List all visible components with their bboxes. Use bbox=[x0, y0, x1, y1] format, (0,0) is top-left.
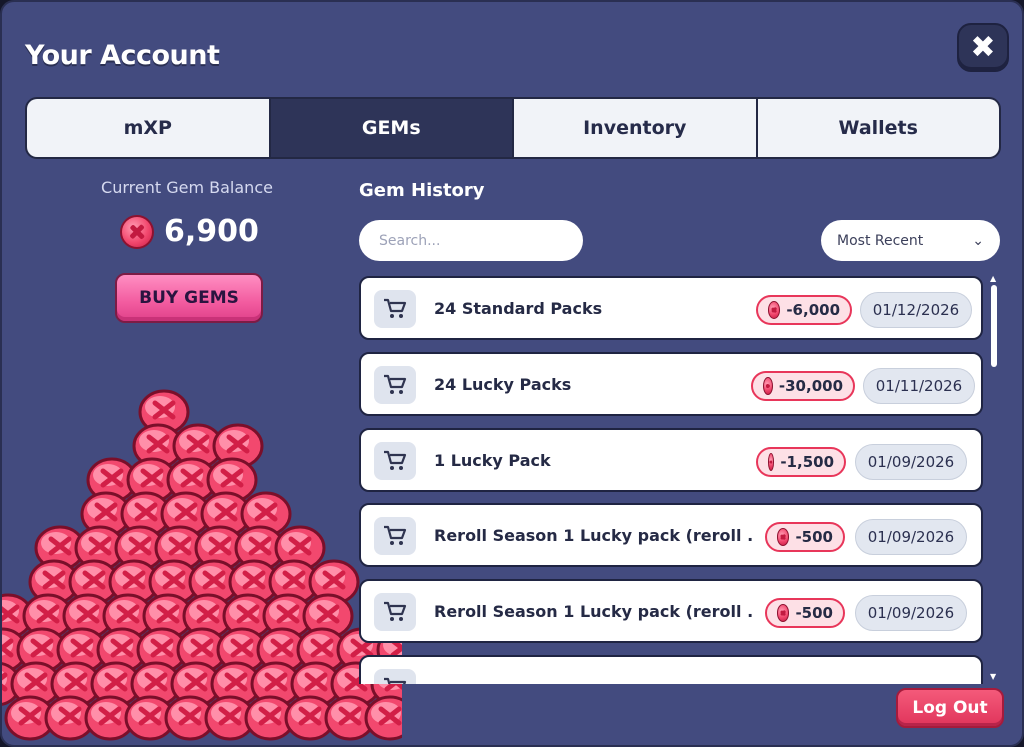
date-badge: 01/09/2026 bbox=[855, 519, 967, 555]
gem-amount-badge: -6,000 bbox=[756, 295, 852, 325]
gem-amount-badge: -1,500 bbox=[756, 447, 846, 477]
history-row[interactable]: 24 Standard Packs -6,000 01/12/2026 bbox=[359, 276, 983, 340]
scroll-down-icon[interactable]: ▼ bbox=[990, 672, 996, 681]
logout-button[interactable]: Log Out bbox=[896, 688, 1004, 728]
cart-icon bbox=[374, 669, 416, 684]
history-item-name: Reroll Season 1 Lucky pack (reroll ... bbox=[434, 525, 754, 545]
history-row[interactable]: 1 Lucky Pack -1,500 01/09/2026 bbox=[359, 428, 983, 492]
tab-wallets[interactable]: Wallets bbox=[757, 99, 999, 157]
gem-balance: 6,900 bbox=[120, 214, 259, 249]
gem-icon bbox=[777, 604, 790, 622]
tab-inventory[interactable]: Inventory bbox=[514, 99, 756, 157]
cart-icon bbox=[374, 366, 416, 404]
history-item-name: 24 Lucky Packs bbox=[434, 374, 572, 394]
gem-icon bbox=[120, 214, 154, 249]
cart-icon bbox=[374, 290, 416, 328]
gem-icon bbox=[777, 528, 790, 546]
gem-icon bbox=[768, 453, 775, 471]
gem-pile-illustration bbox=[2, 389, 402, 741]
history-row[interactable]: Reroll Season 1 Lucky pack (reroll ... -… bbox=[359, 579, 983, 643]
close-button[interactable]: ✖ bbox=[957, 23, 1009, 72]
gem-icon bbox=[768, 301, 781, 319]
account-panel: Your Account ✖ mXP GEMs Inventory Wallet… bbox=[0, 0, 1024, 747]
history-item-name: 24 Standard Packs bbox=[434, 298, 603, 318]
gem-amount-badge: -500 bbox=[765, 522, 845, 552]
tab-bar: mXP GEMs Inventory Wallets bbox=[25, 97, 1001, 159]
history-item-name: 1 Lucky Pack bbox=[434, 450, 551, 470]
search-input[interactable] bbox=[359, 220, 583, 261]
date-badge: 01/09/2026 bbox=[855, 595, 967, 631]
date-badge: 01/11/2026 bbox=[863, 368, 975, 404]
history-row[interactable]: Reroll Season 1 Lucky pack (reroll ... -… bbox=[359, 503, 983, 567]
buy-gems-button[interactable]: BUY GEMS bbox=[115, 273, 263, 323]
cart-icon bbox=[374, 517, 416, 555]
close-icon: ✖ bbox=[970, 30, 996, 65]
scrollbar-thumb[interactable] bbox=[991, 285, 997, 367]
date-badge: 01/09/2026 bbox=[855, 444, 967, 480]
gem-history-list[interactable]: 24 Standard Packs -6,000 01/12/2026 24 L… bbox=[359, 274, 987, 684]
sort-dropdown[interactable]: Most Recent ⌄ bbox=[821, 220, 1000, 261]
cart-icon bbox=[374, 442, 416, 480]
date-badge: 01/12/2026 bbox=[860, 292, 972, 328]
gem-icon bbox=[763, 377, 773, 395]
tab-gems[interactable]: GEMs bbox=[270, 99, 512, 157]
history-item-name: Reroll Season 1 Lucky pack (reroll ... bbox=[434, 601, 754, 621]
history-row[interactable]: 24 Lucky Packs -30,000 01/11/2026 bbox=[359, 352, 983, 416]
tab-mxp[interactable]: mXP bbox=[27, 99, 269, 157]
scroll-up-icon[interactable]: ▲ bbox=[990, 274, 996, 283]
gem-amount-badge: -30,000 bbox=[751, 371, 855, 401]
sort-label: Most Recent bbox=[837, 232, 924, 249]
page-title: Your Account bbox=[25, 40, 220, 71]
gem-history-title: Gem History bbox=[359, 180, 485, 201]
gem-balance-value: 6,900 bbox=[164, 214, 259, 249]
chevron-down-icon: ⌄ bbox=[972, 232, 984, 249]
cart-icon bbox=[374, 593, 416, 631]
balance-label: Current Gem Balance bbox=[101, 178, 273, 197]
history-row[interactable] bbox=[359, 655, 983, 684]
gem-amount-badge: -500 bbox=[765, 598, 845, 628]
